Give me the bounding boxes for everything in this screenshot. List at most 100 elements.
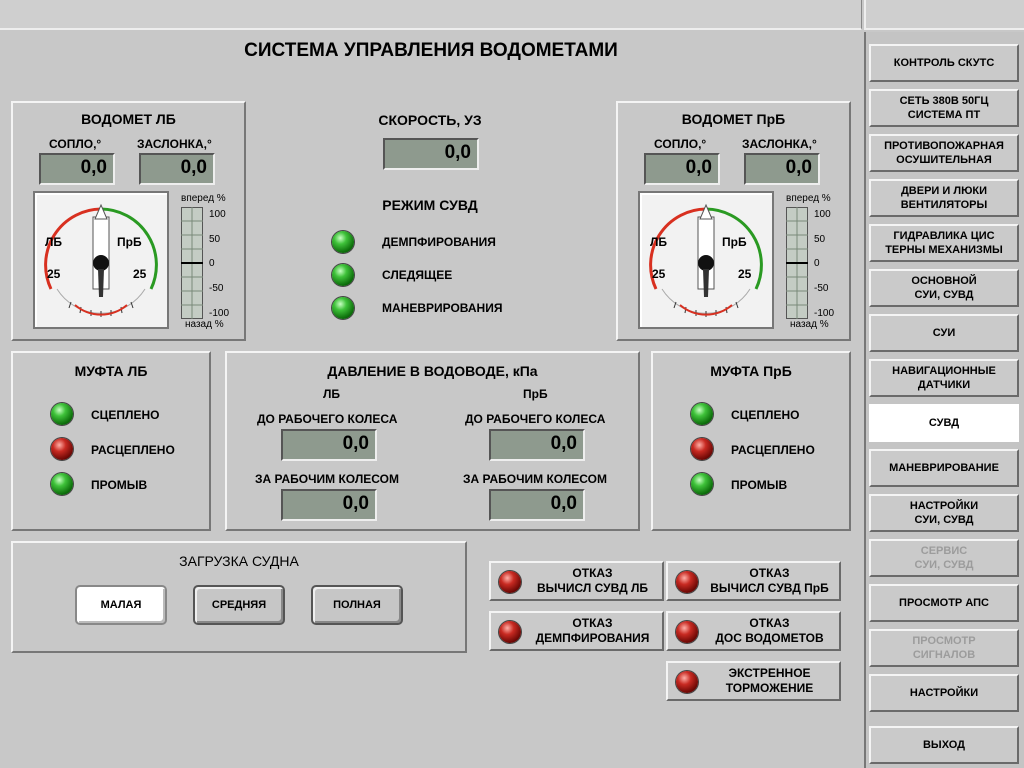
waterjet-lb-nozzle-display: 0,0	[39, 153, 115, 185]
top-bar-right	[864, 0, 1024, 30]
pressure-lb-after-display: 0,0	[281, 489, 377, 521]
waterjet-prb-gauge-dial	[649, 203, 763, 317]
nav-button-sui[interactable]: СУИ	[869, 314, 1019, 352]
pressure-prb-label: ПрБ	[523, 387, 548, 401]
waterjet-lb-angle-gauge: ЛБ ПрБ 25 25	[33, 191, 169, 329]
nav-button-view-aps[interactable]: ПРОСМОТР АПС	[869, 584, 1019, 622]
mode-indicator-damping	[332, 231, 354, 253]
alarm-damping[interactable]: ОТКАЗ ДЕМПФИРОВАНИЯ	[489, 611, 664, 651]
waterjet-prb-scale-bar	[786, 207, 808, 319]
waterjet-lb-scale-tick: -100	[209, 308, 230, 319]
clutch-prb-panel: МУФТА ПрБ СЦЕПЛЕНО РАСЦЕПЛЕНО ПРОМЫВ	[651, 351, 851, 531]
nav-button-settings[interactable]: НАСТРОЙКИ	[869, 674, 1019, 712]
mode-indicator-tracking	[332, 264, 354, 286]
mode-label-tracking: СЛЕДЯЩЕЕ	[382, 268, 453, 282]
pressure-title: ДАВЛЕНИЕ В ВОДОВОДЕ, кПа	[327, 363, 538, 379]
nav-button-power-network[interactable]: СЕТЬ 380В 50ГЦ СИСТЕМА ПТ	[869, 89, 1019, 127]
mode-title: РЕЖИМ СУВД	[382, 197, 478, 213]
waterjet-lb-title: ВОДОМЕТ ЛБ	[81, 111, 176, 127]
pressure-lb-before-display: 0,0	[281, 429, 377, 461]
waterjet-prb-scale-tick: -50	[814, 283, 829, 294]
nav-button-fire-drainage[interactable]: ПРОТИВОПОЖАРНАЯ ОСУШИТЕЛЬНАЯ	[869, 134, 1019, 172]
speed-display: 0,0	[383, 138, 479, 170]
waterjet-prb-panel: ВОДОМЕТ ПрБ СОПЛО,° ЗАСЛОНКА,° 0,0 0,0 Л…	[616, 101, 851, 341]
waterjet-prb-nozzle-label: СОПЛО,°	[654, 137, 707, 151]
waterjet-lb-scale-tick: 100	[209, 209, 226, 220]
speed-label: СКОРОСТЬ, УЗ	[378, 112, 482, 128]
waterjet-prb-title: ВОДОМЕТ ПрБ	[681, 111, 786, 127]
waterjet-lb-flap-display: 0,0	[139, 153, 215, 185]
waterjet-lb-thrust-scale: вперед % 100 50 0 -50 -100 назад %	[171, 191, 247, 331]
clutch-lb-engaged-indicator	[51, 403, 73, 425]
pressure-prb-before-label: ДО РАБОЧЕГО КОЛЕСА	[465, 412, 606, 426]
clutch-lb-title: МУФТА ЛБ	[74, 363, 148, 379]
nav-button-hydraulics[interactable]: ГИДРАВЛИКА ЦИС ТЕРНЫ МЕХАНИЗМЫ	[869, 224, 1019, 262]
clutch-prb-engaged-label: СЦЕПЛЕНО	[731, 408, 800, 422]
clutch-lb-disengaged-indicator	[51, 438, 73, 460]
pressure-panel: ДАВЛЕНИЕ В ВОДОВОДЕ, кПа ЛБ ПрБ ДО РАБОЧ…	[225, 351, 640, 531]
load-medium-button[interactable]: СРЕДНЯЯ	[193, 585, 285, 625]
alarm-emergency-braking-indicator	[676, 671, 698, 693]
nav-button-control-skuts[interactable]: КОНТРОЛЬ СКУТС	[869, 44, 1019, 82]
nav-button-settings-sui-suvd[interactable]: НАСТРОЙКИ СУИ, СУВД	[869, 494, 1019, 532]
waterjet-prb-gauge-left-label: ЛБ	[650, 235, 668, 249]
exit-button[interactable]: ВЫХОД	[869, 726, 1019, 764]
waterjet-lb-scale-tick: 50	[209, 234, 221, 245]
waterjet-lb-scale-top-label: вперед %	[181, 193, 226, 204]
nav-button-doors-hatches[interactable]: ДВЕРИ И ЛЮКИ ВЕНТИЛЯТОРЫ	[869, 179, 1019, 217]
alarm-compute-prb-label: ОТКАЗ ВЫЧИСЛ СУВД ПрБ	[710, 566, 829, 595]
mode-indicator-maneuvering	[332, 297, 354, 319]
waterjet-lb-nozzle-label: СОПЛО,°	[49, 137, 102, 151]
clutch-prb-disengaged-indicator	[691, 438, 713, 460]
waterjet-lb-scale-bottom-label: назад %	[185, 319, 224, 330]
mode-label-damping: ДЕМПФИРОВАНИЯ	[382, 235, 496, 249]
top-bar	[0, 0, 862, 30]
pressure-lb-after-label: ЗА РАБОЧИМ КОЛЕСОМ	[255, 472, 399, 486]
alarm-compute-prb-indicator	[676, 571, 698, 593]
alarm-waterjet-sensors[interactable]: ОТКАЗ ДОС ВОДОМЕТОВ	[666, 611, 841, 651]
clutch-prb-flush-indicator	[691, 473, 713, 495]
alarm-compute-lb-indicator	[499, 571, 521, 593]
load-full-button[interactable]: ПОЛНАЯ	[311, 585, 403, 625]
pressure-prb-after-display: 0,0	[489, 489, 585, 521]
clutch-prb-flush-label: ПРОМЫВ	[731, 478, 788, 492]
load-low-button[interactable]: МАЛАЯ	[75, 585, 167, 625]
vessel-load-title: ЗАГРУЗКА СУДНА	[179, 553, 299, 569]
pressure-lb-label: ЛБ	[323, 387, 341, 401]
pressure-prb-before-display: 0,0	[489, 429, 585, 461]
pressure-lb-before-label: ДО РАБОЧЕГО КОЛЕСА	[257, 412, 398, 426]
waterjet-prb-scale-bottom-label: назад %	[790, 319, 829, 330]
waterjet-lb-gauge-dial	[44, 203, 158, 317]
nav-button-view-signals[interactable]: ПРОСМОТР СИГНАЛОВ	[869, 629, 1019, 667]
nav-button-main-sui-suvd[interactable]: ОСНОВНОЙ СУИ, СУВД	[869, 269, 1019, 307]
clutch-lb-panel: МУФТА ЛБ СЦЕПЛЕНО РАСЦЕПЛЕНО ПРОМЫВ	[11, 351, 211, 531]
nav-button-nav-sensors[interactable]: НАВИГАЦИОННЫЕ ДАТЧИКИ	[869, 359, 1019, 397]
clutch-prb-title: МУФТА ПрБ	[710, 363, 792, 379]
waterjet-prb-angle-gauge: ЛБ ПрБ 25 25	[638, 191, 774, 329]
nav-button-suvd[interactable]: СУВД	[869, 404, 1019, 442]
alarm-compute-lb[interactable]: ОТКАЗ ВЫЧИСЛ СУВД ЛБ	[489, 561, 664, 601]
clutch-lb-flush-label: ПРОМЫВ	[91, 478, 148, 492]
clutch-prb-engaged-indicator	[691, 403, 713, 425]
waterjet-prb-scale-tick: 50	[814, 234, 826, 245]
nav-button-service[interactable]: СЕРВИС СУИ, СУВД	[869, 539, 1019, 577]
waterjet-lb-gauge-left-label: ЛБ	[45, 235, 63, 249]
waterjet-lb-gauge-right-label: ПрБ	[117, 235, 142, 249]
waterjet-lb-scale-bar	[181, 207, 203, 319]
waterjet-lb-scale-tick: 0	[209, 258, 215, 269]
page-title: СИСТЕМА УПРАВЛЕНИЯ ВОДОМЕТАМИ	[244, 40, 618, 61]
waterjet-lb-panel: ВОДОМЕТ ЛБ СОПЛО,° ЗАСЛОНКА,° 0,0 0,0 ЛБ…	[11, 101, 246, 341]
clutch-lb-engaged-label: СЦЕПЛЕНО	[91, 408, 160, 422]
alarm-compute-prb[interactable]: ОТКАЗ ВЫЧИСЛ СУВД ПрБ	[666, 561, 841, 601]
waterjet-prb-scale-tick: 100	[814, 209, 831, 220]
nav-button-maneuvering[interactable]: МАНЕВРИРОВАНИЕ	[869, 449, 1019, 487]
clutch-lb-flush-indicator	[51, 473, 73, 495]
vessel-load-panel: ЗАГРУЗКА СУДНА МАЛАЯ СРЕДНЯЯ ПОЛНАЯ	[11, 541, 467, 653]
alarm-emergency-braking[interactable]: ЭКСТРЕННОЕ ТОРМОЖЕНИЕ	[666, 661, 841, 701]
waterjet-prb-flap-display: 0,0	[744, 153, 820, 185]
alarm-emergency-braking-label: ЭКСТРЕННОЕ ТОРМОЖЕНИЕ	[725, 666, 814, 695]
mode-label-maneuvering: МАНЕВРИРОВАНИЯ	[382, 301, 503, 315]
clutch-prb-disengaged-label: РАСЦЕПЛЕНО	[731, 443, 815, 457]
alarm-damping-label: ОТКАЗ ДЕМПФИРОВАНИЯ	[535, 616, 650, 645]
waterjet-prb-gauge-right-number: 25	[738, 267, 752, 281]
